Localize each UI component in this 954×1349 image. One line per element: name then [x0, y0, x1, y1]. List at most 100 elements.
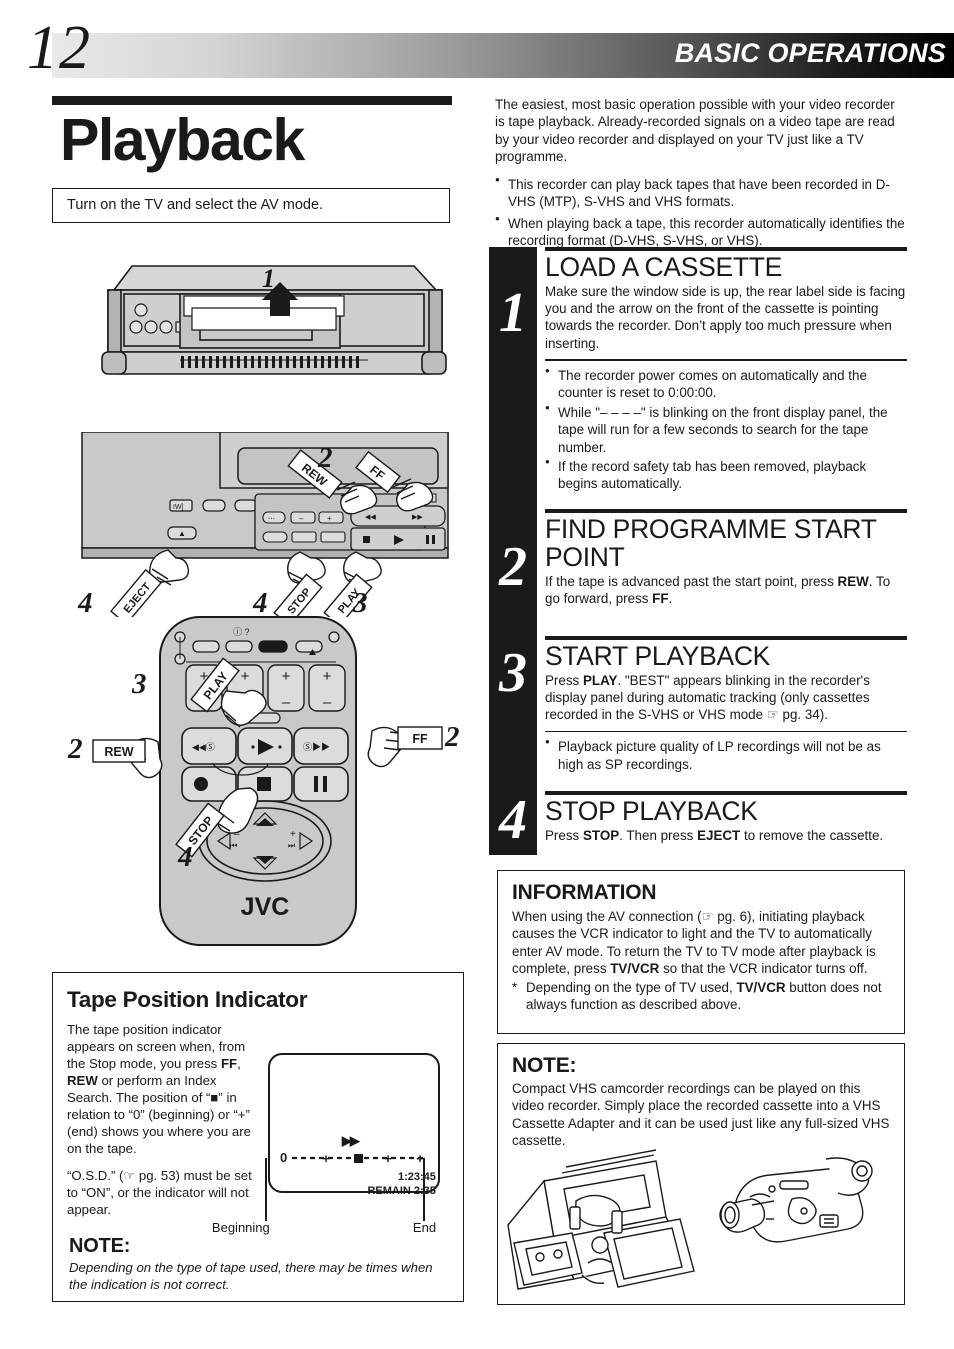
tape-scale-graphic: 0 + + + — [280, 1150, 424, 1166]
svg-text:–: – — [282, 694, 291, 711]
step-body-1: Make sure the window side is up, the rea… — [545, 283, 906, 351]
step-body-4: Press STOP. Then press EJECT to remove t… — [545, 827, 907, 844]
s4-stop: STOP — [582, 827, 620, 843]
callout-number-2-remote-rew: 2 — [68, 733, 83, 765]
callout-number-1: 1 — [262, 264, 275, 293]
step-rule — [545, 508, 907, 513]
s3-a: Press — [545, 672, 583, 688]
step-block-4: STOP PLAYBACK Press STOP. Then press EJE… — [545, 791, 907, 844]
svg-text:IW]: IW] — [173, 504, 184, 511]
beginning-leader-line — [264, 1158, 267, 1221]
page-title: Playback — [60, 107, 305, 173]
svg-text:+: + — [323, 668, 332, 685]
tape-position-paragraph-1: The tape position indicator appears on s… — [67, 1021, 256, 1157]
counter-time: 1:23:45 — [398, 1171, 436, 1183]
end-leader-line — [422, 1158, 425, 1221]
tape-note-text: Depending on the type of tape used, ther… — [69, 1260, 433, 1292]
fn-a: Depending on the type of TV used, — [526, 979, 737, 995]
s4-c: to remove the cassette. — [740, 827, 884, 843]
callout-number-2-remote-ff: 2 — [445, 721, 460, 753]
svg-text:⏭: ⏭ — [288, 841, 295, 850]
intro-bullet-list: This recorder can play back tapes that h… — [495, 175, 907, 250]
step-digit-4: 4 — [499, 789, 527, 851]
step-rule — [545, 635, 907, 640]
note-heading: NOTE: — [512, 1054, 577, 1077]
step-body-3: Press PLAY. "BEST" appears blinking in t… — [545, 672, 907, 724]
step-block-2: FIND PROGRAMME START POINT If the tape i… — [545, 508, 907, 608]
tape-counter-display: 1:23:45 REMAIN 2:35 — [324, 1171, 436, 1199]
intro-instruction-text: Turn on the TV and select the AV mode. — [67, 197, 324, 214]
fn-tvvcr: TV/VCR — [736, 979, 786, 995]
s3-play: PLAY — [582, 672, 618, 688]
s2-ff: FF — [652, 591, 669, 607]
right-column: The easiest, most basic operation possib… — [495, 96, 907, 253]
info-tvvcr: TV/VCR — [610, 961, 660, 977]
label-end: End — [412, 1220, 437, 1235]
tp-p1-rew: REW — [67, 1073, 98, 1089]
step-block-3: START PLAYBACK Press PLAY. "BEST" appear… — [545, 635, 907, 773]
label-beginning: Beginning — [211, 1220, 270, 1235]
step-sub-list-3: Playback picture quality of LP recording… — [545, 737, 907, 773]
intro-paragraph: The easiest, most basic operation possib… — [495, 97, 895, 165]
callout-number-2-front: 2 — [318, 442, 333, 474]
intro-bullet-item: This recorder can play back tapes that h… — [495, 175, 907, 211]
tape-position-text: The tape position indicator appears on s… — [67, 1021, 256, 1231]
tape-position-note: NOTE: Depending on the type of tape used… — [67, 1235, 449, 1294]
s2-rew: REW — [837, 574, 869, 590]
step-digit-1: 1 — [499, 282, 527, 344]
svg-text:+: + — [282, 668, 291, 685]
step-sub-list-1: The recorder power comes on automaticall… — [545, 366, 907, 493]
svg-text:Ⓢ▶▶: Ⓢ▶▶ — [303, 742, 330, 752]
step-heading-3: START PLAYBACK — [545, 640, 771, 671]
tape-position-indicator-box: Tape Position Indicator The tape positio… — [52, 972, 464, 1302]
callout-number-3-remote-play: 3 — [132, 668, 147, 700]
page-number: 12 — [27, 14, 91, 82]
figure-cassette-adapter-camcorder — [504, 1139, 898, 1299]
step-heading-1: LOAD A CASSETTE — [545, 252, 783, 282]
intro-bullet-item: When playing back a tape, this recorder … — [495, 214, 907, 250]
figure-vcr-loading-cassette: 1 — [84, 252, 464, 392]
svg-text:⏮: ⏮ — [230, 841, 237, 850]
figure-remote-control: ⓘ ? ++++ –––– ◀◀Ⓢ Ⓢ▶▶ — [60, 615, 470, 955]
callout-number-4-remote-stop: 4 — [178, 841, 193, 873]
title-rule — [52, 96, 452, 105]
figure-vcr-front-panel: IW] ▲ ⋯ – + ◀◀ ▶▶ REW FF EJECT STOP PLAY… — [60, 431, 470, 627]
tape-position-figure: ▶▶ 0 + + + 1:23:45 REMAIN 2:35 Beginning… — [212, 1021, 449, 1235]
adapter-camcorder-illustration — [507, 1149, 873, 1290]
step-rule — [545, 791, 907, 796]
step-body-2: If the tape is advanced past the start p… — [545, 573, 907, 608]
step-digit-2: 2 — [499, 536, 527, 598]
remote-control-illustration: ⓘ ? ++++ –––– ◀◀Ⓢ Ⓢ▶▶ — [92, 616, 443, 946]
s4-b: . Then press — [619, 827, 698, 843]
step-divider — [545, 730, 907, 733]
step-sub-item: The recorder power comes on automaticall… — [545, 366, 907, 402]
step-heading-4: STOP PLAYBACK — [545, 796, 758, 827]
info-b: so that the VCR indicator turns off. — [659, 961, 868, 977]
svg-text:+: + — [322, 1151, 330, 1166]
step-block-1: LOAD A CASSETTE Make sure the window sid… — [545, 247, 907, 493]
tp-p1-ff: FF — [220, 1056, 238, 1072]
tape-position-heading: Tape Position Indicator — [67, 987, 308, 1012]
step-sub-item: While "– – – –" is blinking on the front… — [545, 403, 907, 456]
svg-text:REW: REW — [104, 745, 133, 759]
note-box: NOTE: Compact VHS camcorder recordings c… — [497, 1043, 905, 1305]
step-sub-item: Playback picture quality of LP recording… — [545, 737, 907, 773]
remote-brand-logo: JVC — [241, 893, 290, 921]
svg-text:+: + — [327, 514, 332, 523]
svg-text:◀◀: ◀◀ — [365, 514, 376, 521]
s4-a: Press — [545, 827, 583, 843]
svg-text:–: – — [323, 694, 332, 711]
step-rule — [545, 247, 907, 251]
s2-c: . — [668, 591, 673, 607]
information-footnote: * Depending on the type of TV used, TV/VC… — [512, 979, 890, 1014]
left-column: Playback Turn on the TV and select the A… — [52, 96, 464, 223]
step-divider — [545, 359, 907, 361]
svg-text:+: + — [290, 829, 296, 840]
svg-text:+: + — [241, 668, 250, 685]
step-digit-3: 3 — [499, 642, 527, 704]
step-sub-item: If the record safety tab has been remove… — [545, 457, 907, 493]
tp-p1-sep: , — [237, 1056, 241, 1072]
information-body: When using the AV connection (☞ pg. 6), … — [512, 908, 890, 978]
s2-a: If the tape is advanced past the start p… — [545, 574, 838, 590]
information-heading: INFORMATION — [512, 881, 657, 904]
